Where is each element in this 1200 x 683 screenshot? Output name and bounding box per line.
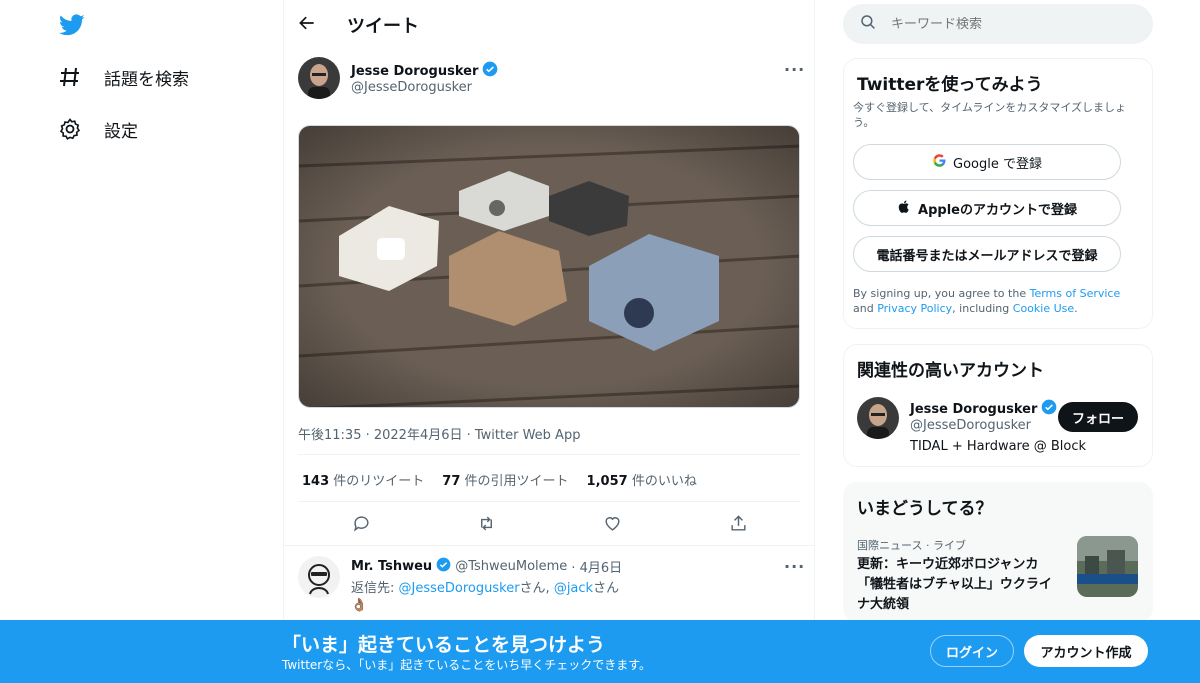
retweets-stat[interactable]: 143 件のリツイート [302,470,424,489]
reply-date[interactable]: · 4月6日 [571,557,622,576]
nav-settings-label: 設定 [104,121,138,142]
reply-to-line: 返信先: @JesseDoroguskerさん, @jackさん [351,581,620,596]
verified-badge-icon [436,557,451,576]
gear-icon [56,115,84,143]
terms-link[interactable]: Terms of Service [1030,287,1121,300]
reply-author-handle[interactable]: @TshweuMoleme [455,559,567,574]
related-handle[interactable]: @JesseDorogusker [910,418,1031,433]
share-icon[interactable] [727,512,749,534]
google-signup-button[interactable]: Google で登録 [853,144,1121,180]
more-options-icon[interactable]: ··· [784,60,805,79]
divider [298,454,800,455]
cookie-link[interactable]: Cookie Use [1013,302,1074,315]
back-arrow-icon[interactable] [296,12,318,34]
apple-signup-label: Appleのアカウントで登録 [918,202,1077,218]
divider [298,501,800,502]
tweet-timestamp[interactable]: 午後11:35 · 2022年4月6日 · Twitter Web App [298,424,580,443]
quotes-stat[interactable]: 77 件の引用ツイート [442,470,568,489]
tweet-stats: 143 件のリツイート 77 件の引用ツイート 1,057 件のいいね [302,470,697,489]
phone-email-signup-button[interactable]: 電話番号またはメールアドレスで登録 [853,236,1121,272]
trends-title: いまどうしてる？ [857,499,993,519]
related-name-row[interactable]: Jesse Dorogusker [910,399,1057,419]
related-avatar[interactable] [857,397,899,439]
verified-badge-icon [482,61,498,81]
reply-author-name[interactable]: Mr. Tshweu [351,559,432,574]
reply-more-options-icon[interactable]: ··· [784,557,805,576]
login-button[interactable]: ログイン [930,635,1014,667]
search-box[interactable] [843,4,1153,44]
related-title: 関連性の高いアカウント [857,361,1044,381]
privacy-link[interactable]: Privacy Policy [877,302,952,315]
signup-subtitle: 今すぐ登録して、タイムラインをカスタマイズしましょう。 [853,101,1127,129]
banner-subtitle: Twitterなら、「いま」起きていることをいち早くチェックできます。 [282,658,652,672]
related-name: Jesse Dorogusker [910,401,1038,417]
search-icon [859,13,877,35]
tweet-photo[interactable] [298,125,800,408]
related-bio: TIDAL + Hardware @ Block [910,439,1087,454]
likes-stat[interactable]: 1,057 件のいいね [587,470,697,489]
like-heart-icon[interactable] [601,512,623,534]
banner-title: 「いま」起きていることを見つけよう [282,634,606,656]
retweet-icon[interactable] [475,512,497,534]
author-handle[interactable]: @JesseDorogusker [351,80,472,95]
author-avatar[interactable] [298,57,340,99]
author-name-row[interactable]: Jesse Dorogusker [351,61,498,81]
trend-thumbnail[interactable] [1077,536,1138,597]
trend-category: 国際ニュース · ライブ [857,539,966,552]
author-name: Jesse Dorogusker [351,63,479,79]
signup-legal: By signing up, you agree to the Terms of… [853,287,1121,315]
search-input[interactable] [891,16,1131,32]
google-icon [932,153,947,172]
nav-explore[interactable]: 話題を検索 [56,55,189,99]
google-signup-label: Google で登録 [953,156,1042,172]
apple-icon [897,199,912,218]
page-title: ツイート [347,16,419,37]
twitter-logo-icon[interactable] [58,12,86,38]
nav-settings[interactable]: 設定 [56,107,138,151]
apple-signup-button[interactable]: Appleのアカウントで登録 [853,190,1121,226]
mention-link[interactable]: @JesseDorogusker [399,581,520,596]
reply-icon[interactable] [350,512,372,534]
phone-email-signup-label: 電話番号またはメールアドレスで登録 [876,248,1098,264]
signup-title: Twitterを使ってみよう [857,75,1043,95]
mention-link[interactable]: @jack [554,581,593,596]
reply-header: Mr. Tshweu @TshweuMoleme · 4月6日 [351,557,622,576]
reply-emoji: 👌🏽 [351,598,368,613]
nav-explore-label: 話題を検索 [104,69,189,90]
create-account-button[interactable]: アカウント作成 [1024,635,1148,667]
trend-headline[interactable]: 更新：キーウ近郊ボロジャンカ「犠牲者はブチャ以上」ウクライナ大統領 [857,555,1062,615]
follow-button[interactable]: フォロー [1058,402,1138,432]
divider [284,545,815,546]
verified-badge-icon [1041,399,1057,419]
hashtag-icon [56,63,84,91]
reply-author-avatar[interactable] [298,556,340,598]
